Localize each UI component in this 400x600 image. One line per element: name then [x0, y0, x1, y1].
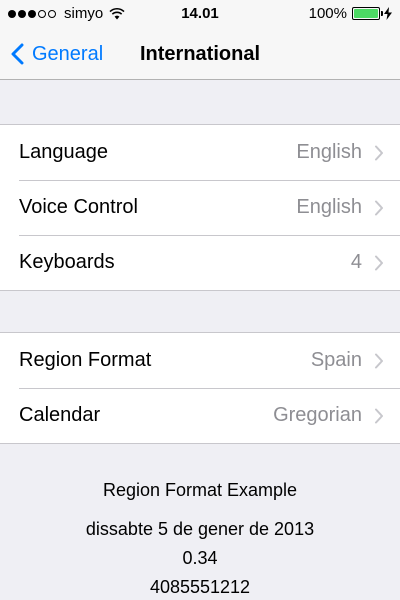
- row-label: Region Format: [19, 349, 152, 371]
- row-label: Language: [19, 141, 108, 163]
- navigation-bar: General International: [0, 28, 400, 80]
- row-value: Spain: [310, 349, 362, 371]
- example-phone: 4085551212: [149, 577, 251, 597]
- row-calendar[interactable]: Calendar Gregorian: [0, 388, 400, 443]
- status-bar: simyo 14.01 100%: [0, 0, 400, 28]
- example-title: Region Format Example: [102, 480, 298, 500]
- example-date: dissabte 5 de gener de 2013: [85, 519, 315, 539]
- row-value: English: [296, 196, 362, 218]
- row-voice-control[interactable]: Voice Control English: [0, 180, 400, 235]
- bolt-icon: [384, 7, 392, 20]
- status-right: 100%: [309, 5, 392, 22]
- row-value: 4: [350, 251, 362, 273]
- row-label: Keyboards: [19, 251, 115, 273]
- row-value: English: [296, 141, 362, 163]
- row-label: Voice Control: [19, 196, 138, 218]
- chevron-right-icon: [375, 145, 383, 160]
- chevron-right-icon: [375, 408, 383, 423]
- row-value: Gregorian: [273, 404, 362, 426]
- chevron-left-icon: [11, 43, 24, 65]
- row-region-format[interactable]: Region Format Spain: [0, 333, 400, 388]
- battery-icon: [352, 7, 383, 20]
- back-button[interactable]: General: [10, 28, 103, 80]
- settings-screen: simyo 14.01 100% General International L…: [0, 0, 400, 600]
- settings-group-input: Language English Voice Control English K…: [0, 124, 400, 291]
- settings-group-region: Region Format Spain Calendar Gregorian: [0, 332, 400, 444]
- row-keyboards[interactable]: Keyboards 4: [0, 235, 400, 290]
- chevron-right-icon: [375, 255, 383, 270]
- example-number: 0.34: [182, 548, 218, 568]
- battery-level: [354, 9, 378, 18]
- battery-percent: 100%: [308, 5, 347, 22]
- row-language[interactable]: Language English: [0, 125, 400, 180]
- chevron-right-icon: [375, 200, 383, 215]
- row-label: Calendar: [19, 404, 101, 426]
- back-button-label: General: [32, 42, 104, 65]
- chevron-right-icon: [375, 353, 383, 368]
- region-format-example: Region Format Example dissabte 5 de gene…: [0, 480, 400, 600]
